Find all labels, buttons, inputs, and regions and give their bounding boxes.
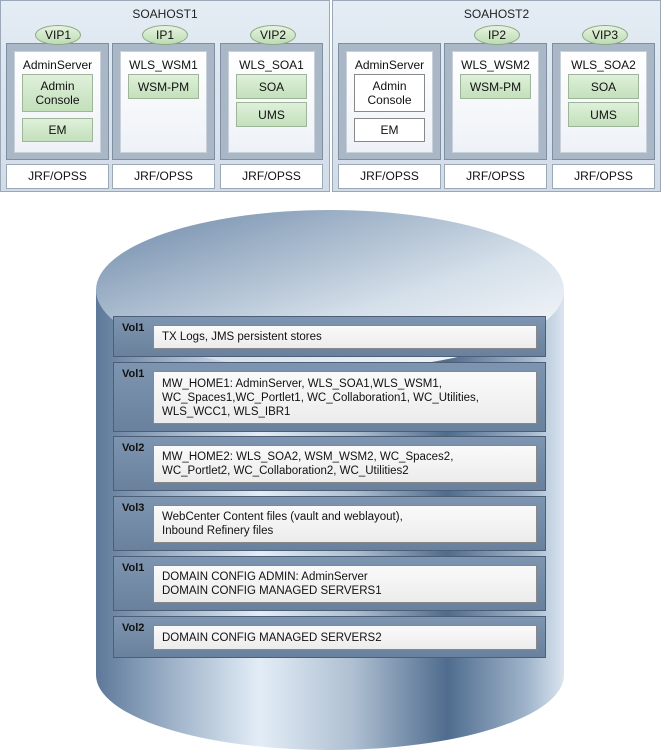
volume-line: TX Logs, JMS persistent stores	[162, 331, 322, 343]
ip-vip3: VIP3	[582, 25, 628, 45]
volume-line: MW_HOME1: AdminServer, WLS_SOA1,WLS_WSM1…	[162, 377, 442, 390]
volume-line: DOMAIN CONFIG MANAGED SERVERS2	[162, 631, 382, 644]
ip-ip2: IP2	[474, 25, 520, 45]
volume-row: Vol1 MW_HOME1: AdminServer, WLS_SOA1,WLS…	[113, 362, 546, 432]
volume-row: Vol2 MW_HOME2: WLS_SOA2, WSM_WSM2, WC_Sp…	[113, 436, 546, 491]
volume-line: MW_HOME2: WLS_SOA2, WSM_WSM2, WC_Spaces2…	[162, 451, 454, 463]
volume-line: WebCenter Content files (vault and webla…	[162, 511, 403, 523]
volume-line: DOMAIN CONFIG ADMIN: AdminServer	[162, 571, 368, 583]
volume-row: Vol1 DOMAIN CONFIG ADMIN: AdminServer DO…	[113, 556, 546, 611]
volume-row: Vol2 DOMAIN CONFIG MANAGED SERVERS2	[113, 616, 546, 658]
volume-line: WC_Portlet2, WC_Collaboration2, WC_Utili…	[162, 465, 409, 477]
volume-label: Vol2	[122, 442, 145, 454]
volume-line: Inbound Refinery files	[162, 525, 274, 537]
volume-label: Vol2	[122, 622, 145, 634]
volume-line: WLS_WCC1, WLS_IBR1	[162, 405, 291, 418]
volume-label: Vol1	[122, 368, 145, 380]
volume-line: DOMAIN CONFIG MANAGED SERVERS1	[162, 585, 382, 597]
ip-vip2: VIP2	[250, 25, 296, 45]
volume-label: Vol1	[122, 322, 145, 334]
volume-row: Vol3 WebCenter Content files (vault and …	[113, 496, 546, 551]
ip-ip1: IP1	[142, 25, 188, 45]
volume-row: Vol1 TX Logs, JMS persistent stores	[113, 316, 546, 357]
volume-label: Vol3	[122, 502, 145, 514]
ip-vip1: VIP1	[35, 25, 81, 45]
volume-label: Vol1	[122, 562, 145, 574]
volume-line: WC_Spaces1,WC_Portlet1, WC_Collaboration…	[162, 391, 479, 404]
